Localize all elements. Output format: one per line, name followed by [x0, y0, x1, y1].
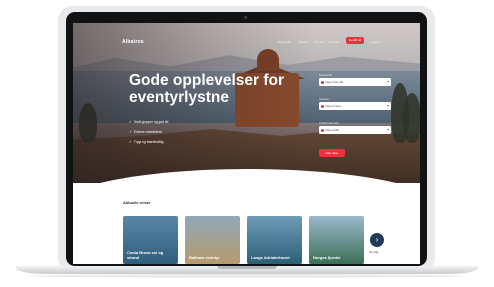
nav-link-destinations[interactable]: Reisemål: [278, 40, 291, 44]
bullet-text: Små grupper og god tid: [133, 120, 169, 124]
destination-label: Reisemål: [319, 73, 332, 77]
person-icon: [321, 128, 324, 132]
trip-card[interactable]: Langs Adriaterhavet: [247, 216, 302, 264]
chevron-down-icon: ▾: [386, 126, 389, 132]
check-icon: ✓: [129, 120, 132, 124]
login-link[interactable]: Logg inn: [370, 40, 382, 44]
trip-card[interactable]: Balkans eventyr: [185, 216, 240, 264]
check-icon: ✓: [129, 140, 132, 144]
trip-card-title: Balkans eventyr: [189, 255, 220, 260]
travelers-select[interactable]: Velg antall ▾: [319, 126, 391, 134]
travelers-label: Antall reisende: [319, 121, 339, 125]
trip-card-title: Langs Adriaterhavet: [251, 255, 290, 260]
next-arrow-icon[interactable]: ›: [370, 233, 384, 247]
book-now-button[interactable]: Bestill nå: [346, 37, 364, 44]
trip-card[interactable]: Norges fjorder: [309, 216, 364, 264]
nav-link-about[interactable]: Om oss: [314, 40, 324, 44]
site-logo[interactable]: Albatros: [122, 39, 144, 45]
check-icon: ✓: [129, 130, 132, 134]
laptop-notch: [217, 266, 277, 269]
hero-title: Gode opplevelser for eventyrlystne: [129, 72, 285, 106]
hero-bullet: ✓ Trygt og bærekraftig: [129, 140, 163, 144]
bullet-text: Trygt og bærekraftig: [133, 140, 164, 144]
location-icon: [321, 80, 324, 84]
bullet-text: Erfarne reiseledere: [133, 130, 162, 134]
nav-link-trips[interactable]: Reiser: [299, 40, 308, 44]
departure-value: Velg avreise: [325, 104, 342, 108]
travelers-value: Velg antall: [325, 128, 339, 132]
laptop-shadow: [30, 274, 464, 278]
destination-select[interactable]: Velg reisemål ▾: [319, 78, 391, 86]
section-title: Aktuelle reiser: [123, 200, 151, 205]
chevron-down-icon: ▾: [386, 102, 389, 108]
top-nav: Albatros Reisemål Reiser Om oss Kontakt …: [73, 23, 420, 45]
chevron-down-icon: ▾: [386, 78, 389, 84]
departure-select[interactable]: Velg avreise ▾: [319, 102, 391, 110]
trip-card-title: Costa Brava sol og strand: [127, 250, 164, 260]
hero-bullet: ✓ Små grupper og god tid: [129, 120, 168, 124]
trip-card-title: Norges fjorder: [313, 255, 341, 260]
destination-value: Velg reisemål: [325, 80, 344, 84]
search-button[interactable]: Søk reise: [319, 149, 345, 157]
departure-label: Avreise: [319, 97, 329, 101]
nav-link-contact[interactable]: Kontakt: [329, 40, 339, 44]
camera-dot: [244, 16, 247, 19]
website-screen: Albatros Reisemål Reiser Om oss Kontakt …: [73, 23, 420, 264]
trip-card[interactable]: Costa Brava sol og strand: [123, 216, 178, 264]
see-all-link[interactable]: Se alle: [369, 250, 378, 254]
hero-bullet: ✓ Erfarne reiseledere: [129, 130, 162, 134]
calendar-icon: [321, 104, 324, 108]
